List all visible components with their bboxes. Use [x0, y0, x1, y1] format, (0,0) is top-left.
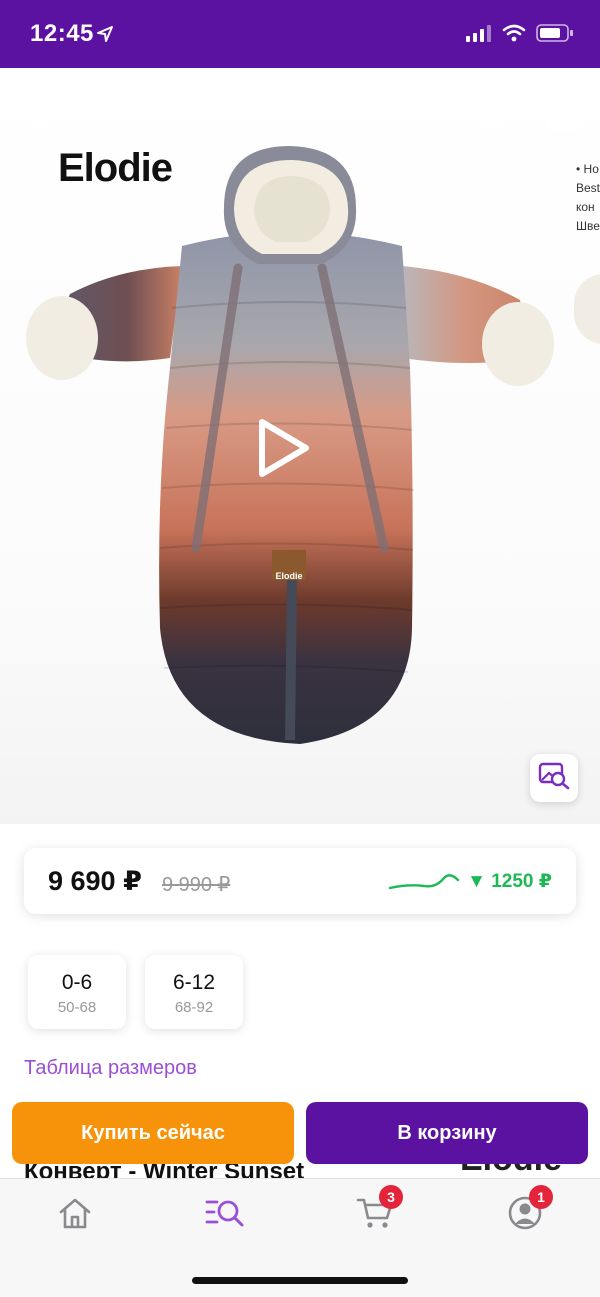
favorite-button[interactable]: [468, 92, 514, 138]
cart-badge: 3: [379, 1185, 403, 1209]
price-card[interactable]: 9 690 ₽ 9 990 ₽ ▼ 1250 ₽: [24, 848, 576, 914]
back-button[interactable]: [12, 92, 58, 138]
image-search-icon: [538, 762, 570, 795]
share-button[interactable]: [540, 92, 586, 138]
heart-icon: [473, 97, 509, 134]
tab-cart[interactable]: 3: [345, 1185, 405, 1237]
chevron-left-icon: [24, 96, 46, 135]
old-price: 9 990 ₽: [162, 874, 231, 896]
brand-logo: Elodie: [58, 146, 173, 190]
list-search-icon: [204, 1196, 246, 1235]
current-price: 9 690 ₽: [48, 866, 142, 896]
size-range: 50-68: [57, 999, 97, 1016]
tab-profile[interactable]: 1: [495, 1185, 555, 1237]
location-arrow-icon: [96, 25, 114, 48]
tab-home[interactable]: [45, 1193, 105, 1237]
status-bar: 12:45: [0, 0, 600, 68]
wifi-icon: [502, 24, 526, 47]
size-label: 6-12: [172, 971, 216, 994]
buy-now-button[interactable]: Купить сейчас: [12, 1102, 294, 1164]
garment-label: Elodie: [275, 571, 302, 581]
home-icon: [57, 1196, 93, 1235]
battery-icon: [536, 24, 574, 47]
status-time: 12:45: [30, 20, 94, 47]
size-option-0-6[interactable]: 0-6 50-68: [28, 955, 126, 1029]
photo-search-button[interactable]: [530, 754, 578, 802]
price-trend-sparkline: [388, 866, 460, 896]
size-option-6-12[interactable]: 6-12 68-92: [145, 955, 243, 1029]
share-icon: [548, 95, 578, 136]
play-video-button[interactable]: [252, 416, 316, 480]
tab-catalog-search[interactable]: [195, 1193, 255, 1237]
home-indicator: [192, 1277, 408, 1284]
product-gallery[interactable]: • Ho Best кон Шве Elodie Elodie: [0, 68, 600, 824]
size-table-link[interactable]: Таблица размеров: [24, 1057, 197, 1080]
price-drop: ▼ 1250 ₽: [467, 871, 552, 892]
size-range: 68-92: [174, 999, 214, 1016]
profile-badge: 1: [529, 1185, 553, 1209]
size-label: 0-6: [61, 971, 93, 994]
play-icon: [252, 419, 316, 484]
cellular-signal-icon: [466, 24, 492, 47]
add-to-cart-button[interactable]: В корзину: [306, 1102, 588, 1164]
